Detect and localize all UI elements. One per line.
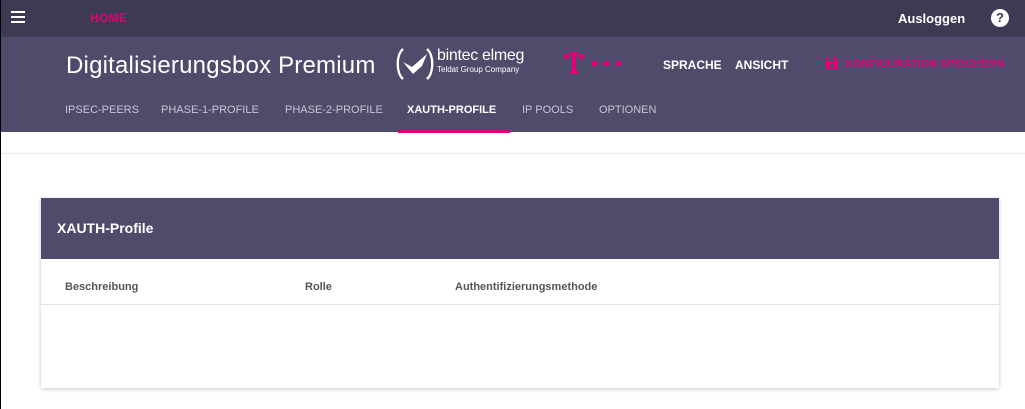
save-configuration-label: KONFIGURATION SPEICHERN bbox=[845, 58, 1005, 70]
floppy-disk-icon bbox=[826, 57, 838, 69]
telekom-logo-icon bbox=[564, 52, 621, 74]
brand-name: bintec elmeg bbox=[437, 47, 525, 64]
help-icon[interactable]: ? bbox=[991, 9, 1009, 27]
tab-phase-1-profile[interactable]: PHASE-1-PROFILE bbox=[161, 104, 259, 116]
xauth-profile-card: XAUTH-Profile Beschreibung Rolle Authent… bbox=[41, 198, 999, 388]
tab-ip-pools[interactable]: IP POOLS bbox=[522, 104, 573, 116]
home-link[interactable]: HOME bbox=[90, 11, 127, 25]
product-title: Digitalisierungsbox Premium bbox=[66, 52, 376, 79]
tab-xauth-profile[interactable]: XAUTH-PROFILE bbox=[407, 104, 496, 116]
column-header-beschreibung[interactable]: Beschreibung bbox=[65, 281, 138, 293]
card-title: XAUTH-Profile bbox=[57, 220, 154, 236]
column-header-authentifizierungsmethode[interactable]: Authentifizierungsmethode bbox=[455, 281, 597, 293]
tab-optionen[interactable]: OPTIONEN bbox=[599, 104, 656, 116]
active-tab-indicator bbox=[398, 130, 510, 133]
header: Digitalisierungsbox Premium bintec elmeg… bbox=[1, 37, 1025, 133]
table-header-row: Beschreibung Rolle Authentifizierungsmet… bbox=[41, 259, 999, 305]
hamburger-icon[interactable] bbox=[11, 11, 25, 23]
logout-button[interactable]: Ausloggen bbox=[898, 11, 965, 26]
language-menu[interactable]: SPRACHE bbox=[663, 58, 722, 72]
bintec-bird-logo-icon bbox=[396, 48, 434, 80]
tab-ipsec-peers[interactable]: IPSEC-PEERS bbox=[65, 104, 139, 116]
tab-phase-2-profile[interactable]: PHASE-2-PROFILE bbox=[285, 104, 383, 116]
brand-wordmark: bintec elmeg Teldat Group Company bbox=[437, 47, 525, 75]
card-header: XAUTH-Profile bbox=[41, 198, 999, 259]
content-divider bbox=[1, 153, 1025, 154]
brand-subtitle: Teldat Group Company bbox=[437, 65, 520, 74]
column-header-rolle[interactable]: Rolle bbox=[305, 281, 332, 293]
top-bar: HOME Ausloggen ? bbox=[1, 0, 1025, 37]
view-menu[interactable]: ANSICHT bbox=[735, 58, 788, 72]
